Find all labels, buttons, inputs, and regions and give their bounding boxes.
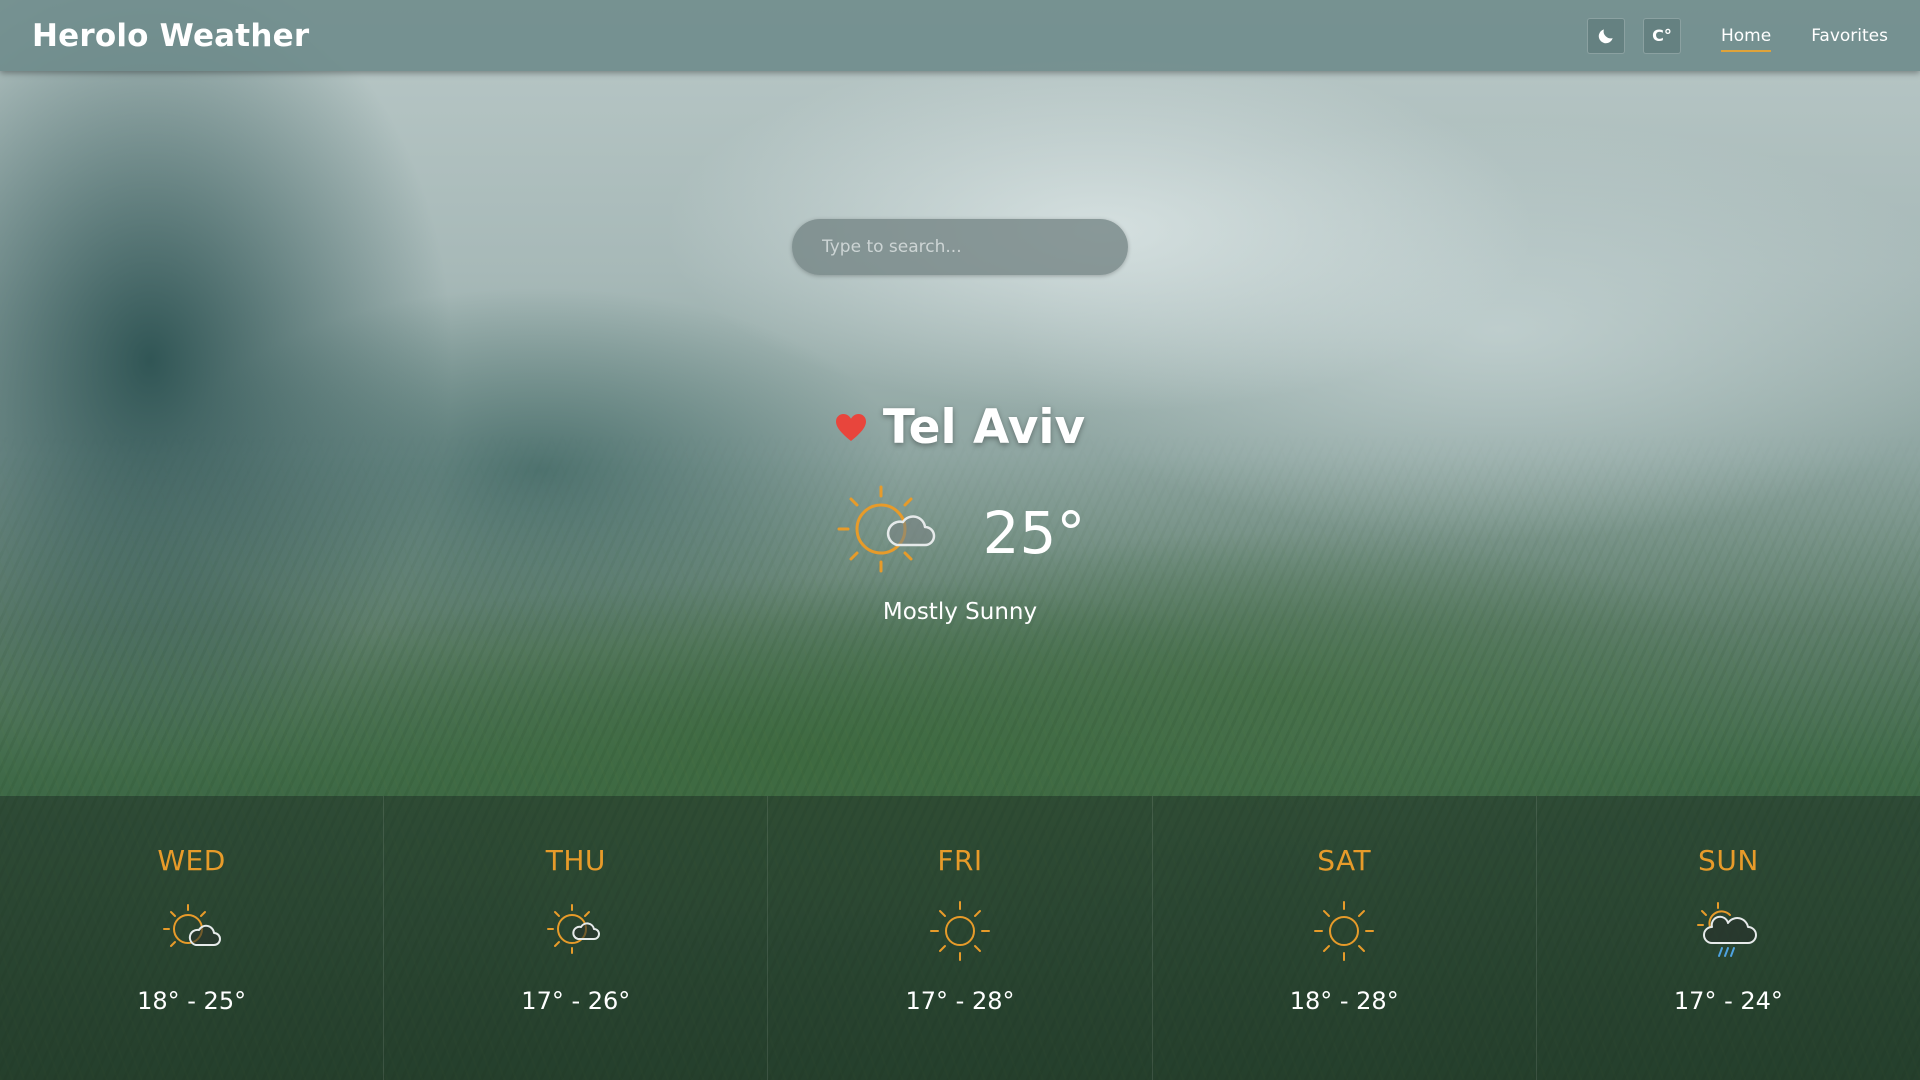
forecast-day: FRI 17° - 28° bbox=[768, 796, 1153, 1080]
forecast-day-name: FRI bbox=[937, 844, 983, 877]
forecast-day: SAT 18° - 28° bbox=[1153, 796, 1537, 1080]
sun-icon bbox=[930, 901, 990, 961]
city-row: Tel Aviv bbox=[0, 400, 1920, 455]
favorite-heart-icon[interactable] bbox=[835, 413, 867, 443]
current-weather: Tel Aviv 25° Mostly Sunny bbox=[0, 400, 1920, 625]
theme-toggle-button[interactable] bbox=[1587, 17, 1625, 54]
moon-icon bbox=[1598, 28, 1613, 43]
current-condition: Mostly Sunny bbox=[882, 599, 1038, 625]
navbar-actions: C° Home Favorites bbox=[1569, 17, 1888, 54]
partly-sunny-icon bbox=[837, 485, 935, 573]
nav-link-home[interactable]: Home bbox=[1721, 20, 1772, 52]
city-name: Tel Aviv bbox=[882, 400, 1086, 455]
forecast-day-name: WED bbox=[157, 844, 226, 877]
forecast-temp-range: 17° - 24° bbox=[1673, 987, 1783, 1015]
app-title[interactable]: Herolo Weather bbox=[32, 18, 309, 54]
forecast-day: WED 18° - 25° bbox=[0, 796, 385, 1080]
navbar: Herolo Weather C° Home Favorites bbox=[0, 0, 1920, 71]
nav-link-favorites[interactable]: Favorites bbox=[1811, 20, 1888, 52]
forecast-day: SUN 17° - 24° bbox=[1537, 796, 1920, 1080]
forecast-day-name: THU bbox=[545, 844, 606, 877]
forecast-temp-range: 17° - 26° bbox=[521, 987, 631, 1015]
unit-toggle-label: C° bbox=[1652, 26, 1672, 45]
forecast-day-name: SUN bbox=[1698, 844, 1759, 877]
forecast-temp-range: 18° - 25° bbox=[137, 987, 247, 1015]
forecast-day: THU 17° - 26° bbox=[384, 796, 769, 1080]
forecast-temp-range: 17° - 28° bbox=[905, 987, 1015, 1015]
five-day-forecast: WED 18° - 25° THU 17° - 26° FRI 17° - 28… bbox=[0, 796, 1920, 1080]
unit-toggle-button[interactable]: C° bbox=[1643, 17, 1681, 54]
current-temp-row: 25° bbox=[0, 481, 1920, 585]
forecast-day-name: SAT bbox=[1317, 844, 1372, 877]
sun-icon bbox=[1314, 901, 1375, 961]
partly-sunny-icon bbox=[546, 904, 600, 954]
rain-cloud-icon bbox=[1697, 902, 1758, 957]
current-temperature: 25° bbox=[982, 499, 1086, 567]
search-input[interactable] bbox=[792, 219, 1128, 275]
forecast-temp-range: 18° - 28° bbox=[1289, 987, 1399, 1015]
weather-app: Herolo Weather C° Home Favorites Tel Avi… bbox=[0, 0, 1920, 1080]
partly-sunny-icon bbox=[162, 904, 221, 947]
